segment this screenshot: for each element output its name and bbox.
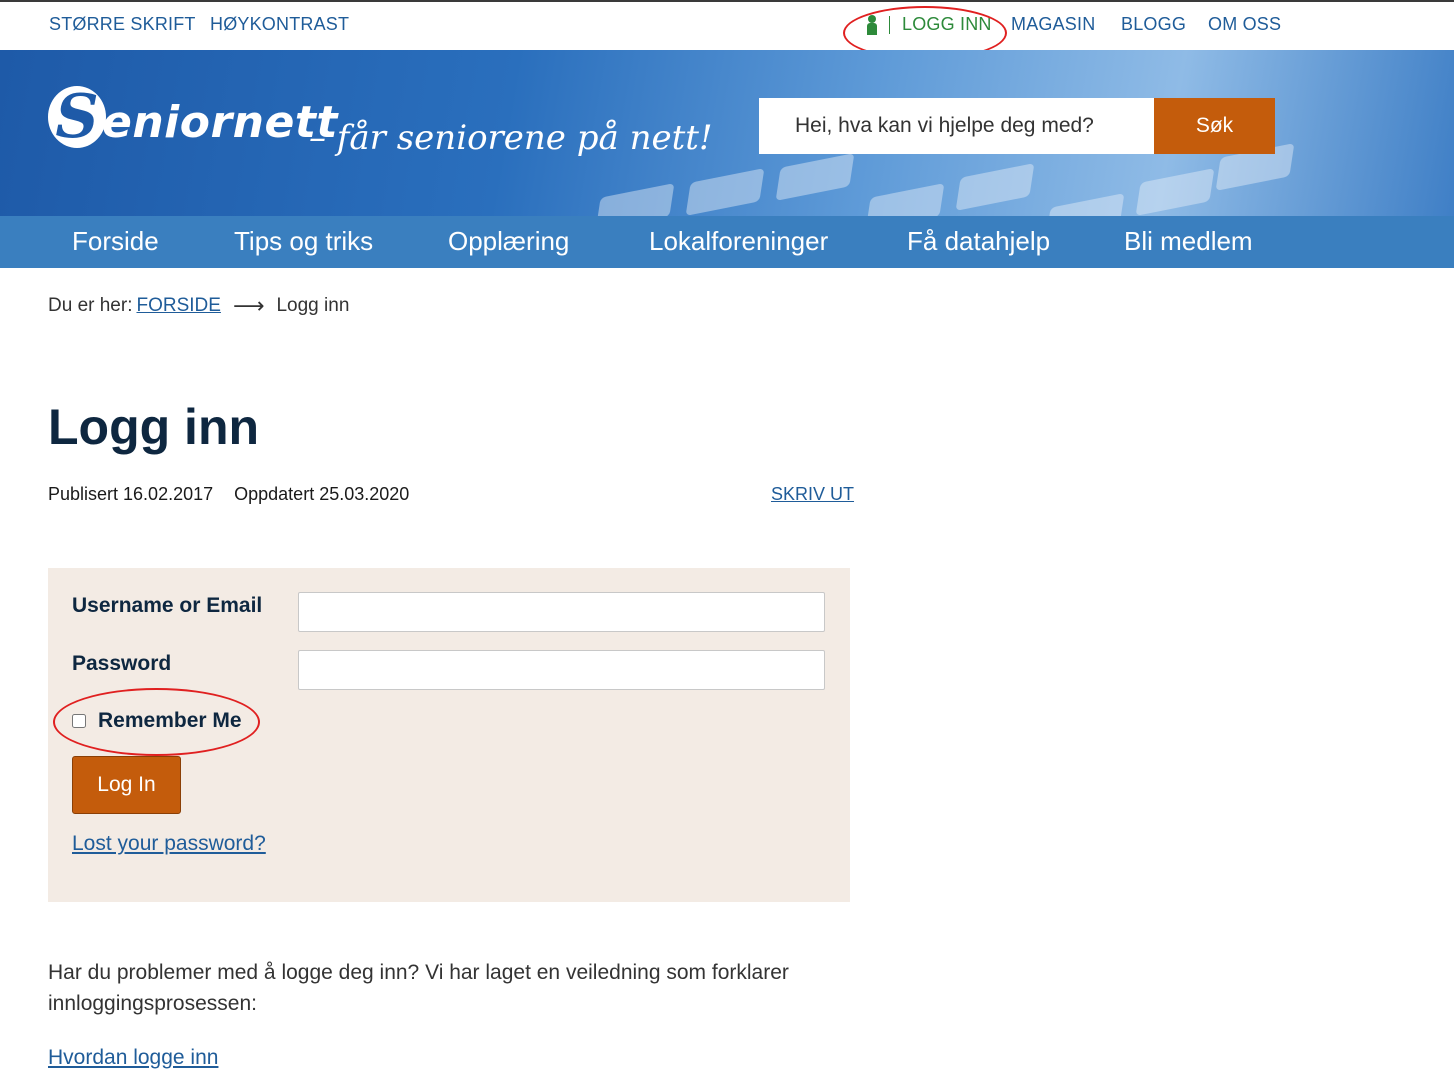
nav-item-opplaering[interactable]: Opplæring	[448, 226, 569, 257]
larger-text-link[interactable]: STØRRE SKRIFT	[49, 14, 196, 35]
login-link-label: LOGG INN	[902, 14, 992, 34]
breadcrumb-home-link[interactable]: FORSIDE	[136, 295, 220, 317]
login-button[interactable]: Log In	[72, 756, 181, 814]
remember-me[interactable]: Remember Me	[72, 709, 242, 733]
blog-link[interactable]: BLOGG	[1121, 14, 1186, 35]
magazine-link[interactable]: MAGASIN	[1011, 14, 1095, 35]
login-link[interactable]: LOGG INN	[865, 14, 992, 35]
nav-item-lokalforeninger[interactable]: Lokalforeninger	[649, 226, 828, 257]
site-logo[interactable]: S eniornett	[48, 86, 338, 148]
logo-s-mark: S	[48, 86, 106, 148]
updated-date: Oppdatert 25.03.2020	[234, 484, 410, 504]
high-contrast-link[interactable]: HØYKONTRAST	[210, 14, 349, 35]
password-field[interactable]	[298, 650, 825, 690]
search-input[interactable]	[759, 98, 1155, 154]
login-form: Username or Email Password Remember Me L…	[48, 568, 850, 902]
about-link[interactable]: OM OSS	[1208, 14, 1281, 35]
username-label: Username or Email	[72, 594, 263, 617]
site-tagline: – får seniorene på nett!	[309, 118, 713, 158]
print-link[interactable]: SKRIV UT	[771, 484, 854, 505]
arrow-right-icon: ⟶	[232, 293, 265, 318]
breadcrumb-current: Logg inn	[276, 295, 350, 316]
remember-me-checkbox[interactable]	[72, 714, 86, 728]
nav-item-forside[interactable]: Forside	[72, 226, 159, 257]
lost-password-link[interactable]: Lost your password?	[72, 832, 266, 856]
how-to-login-link[interactable]: Hvordan logge inn	[48, 1046, 218, 1070]
person-icon	[865, 14, 879, 35]
login-help-text: Har du problemer med å logge deg inn? Vi…	[48, 961, 789, 1015]
username-field[interactable]	[298, 592, 825, 632]
logo-wordmark: eniornett	[102, 97, 338, 148]
page-title: Logg inn	[48, 399, 260, 455]
publish-meta: Publisert 16.02.2017 Oppdatert 25.03.202…	[48, 484, 409, 505]
password-label: Password	[72, 652, 172, 675]
nav-item-bli-medlem[interactable]: Bli medlem	[1124, 226, 1253, 257]
breadcrumb-prefix: Du er her:	[48, 295, 133, 316]
breadcrumb: Du er her: FORSIDE ⟶ Logg inn	[48, 293, 349, 319]
search-button[interactable]: Søk	[1154, 98, 1275, 154]
divider	[889, 15, 890, 34]
published-date: Publisert 16.02.2017	[48, 484, 214, 504]
main-navigation: Forside Tips og triks Opplæring Lokalfor…	[0, 216, 1454, 268]
nav-item-tips-og-triks[interactable]: Tips og triks	[234, 226, 373, 257]
nav-item-fa-datahjelp[interactable]: Få datahjelp	[907, 226, 1050, 257]
top-utility-bar: STØRRE SKRIFT HØYKONTRAST LOGG INN MAGAS…	[0, 0, 1454, 50]
remember-me-label: Remember Me	[98, 709, 242, 732]
